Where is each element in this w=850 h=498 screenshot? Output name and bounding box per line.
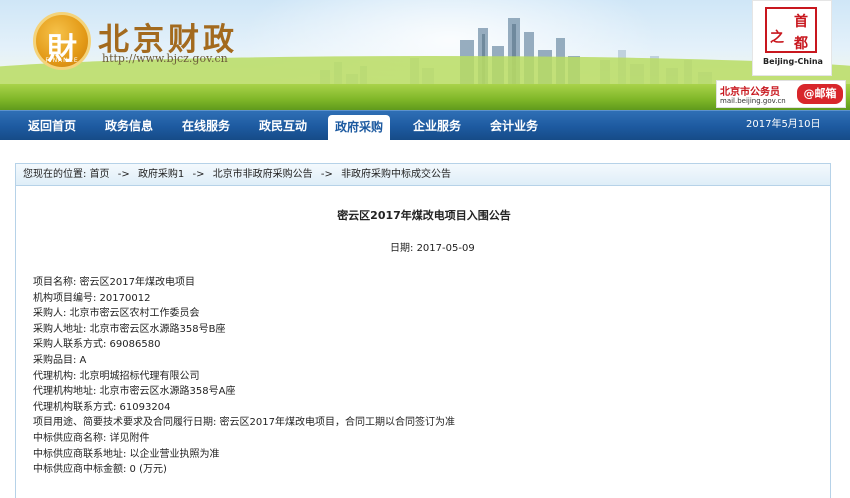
notice-body: 项目名称: 密云区2017年煤改电项目 机构项目编号: 20170012 采购人…	[33, 275, 823, 478]
civil-servant-mail-link[interactable]: 北京市公务员 mail.beijing.gov.cn @邮箱	[716, 80, 846, 108]
seal-char: 之	[770, 30, 784, 46]
breadcrumb-link-award-notices[interactable]: 非政府采购中标成交公告	[341, 169, 451, 180]
notice-date-label: 日期:	[390, 243, 414, 254]
nav-item-interaction[interactable]: 政民互动	[257, 111, 309, 141]
notice-title: 密云区2017年煤改电项目入围公告	[337, 209, 511, 222]
nav-item-gov-info[interactable]: 政务信息	[103, 111, 155, 141]
notice-line-agency-contact: 代理机构联系方式: 61093204	[33, 401, 171, 413]
breadcrumb-link-non-gov-notices[interactable]: 北京市非政府采购公告	[213, 169, 313, 180]
nav-item-accounting[interactable]: 会计业务	[488, 111, 540, 141]
nav-item-home[interactable]: 返回首页	[26, 111, 78, 141]
nav-item-online-service[interactable]: 在线服务	[180, 111, 232, 141]
seal-char: 都	[794, 36, 808, 52]
nav-date: 2017年5月10日	[746, 119, 821, 130]
notice-date-value: 2017-05-09	[416, 243, 475, 254]
main-nav: 返回首页 政务信息 在线服务 政民互动 政府采购 企业服务 会计业务 2017年…	[0, 110, 850, 141]
finance-logo-emblem[interactable]: 財 FINANCE	[33, 12, 91, 70]
notice-date: 日期: 2017-05-09	[390, 239, 475, 254]
seal-char: 首	[794, 14, 808, 30]
notice-content: 密云区2017年煤改电项目入围公告 日期: 2017-05-09 项目名称: 密…	[15, 186, 831, 498]
breadcrumb-separator: ->	[192, 169, 205, 180]
notice-line-agency: 代理机构: 北京明城招标代理有限公司	[33, 370, 200, 382]
breadcrumb: 您现在的位置: 首页 -> 政府采购1 -> 北京市非政府采购公告 -> 非政府…	[15, 163, 831, 186]
nav-item-enterprise[interactable]: 企业服务	[411, 111, 463, 141]
site-url: http://www.bjcz.gov.cn	[102, 52, 228, 65]
notice-line-award-amount: 中标供应商中标金额: 0 (万元)	[33, 464, 167, 476]
breadcrumb-link-procurement[interactable]: 政府采购1	[138, 169, 184, 180]
nav-item-procurement[interactable]: 政府采购	[328, 115, 390, 141]
notice-line-supplier-name: 中标供应商名称: 详见附件	[33, 432, 150, 444]
notice-line-purchaser: 采购人: 北京市密云区农村工作委员会	[33, 308, 200, 320]
breadcrumb-separator: ->	[117, 169, 130, 180]
breadcrumb-link-home[interactable]: 首页	[90, 169, 110, 180]
notice-line-agency-address: 代理机构地址: 北京市密云区水源路358号A座	[33, 386, 236, 398]
notice-line-purchaser-address: 采购人地址: 北京市密云区水源路358号B座	[33, 323, 226, 335]
notice-line-project-name: 项目名称: 密云区2017年煤改电项目	[33, 277, 195, 288]
breadcrumb-prefix: 您现在的位置:	[23, 169, 87, 180]
mail-url: mail.beijing.gov.cn	[720, 97, 786, 105]
breadcrumb-separator: ->	[320, 169, 333, 180]
mail-badge: @邮箱	[797, 84, 843, 104]
site-banner: 財 FINANCE 北京财政 http://www.bjcz.gov.cn 之 …	[0, 0, 850, 110]
notice-line-supplier-address: 中标供应商联系地址: 以企业营业执照为准	[33, 448, 220, 460]
notice-line-project-number: 机构项目编号: 20170012	[33, 292, 151, 304]
mail-title: 北京市公务员	[720, 87, 780, 98]
notice-line-purpose: 项目用途、简要技术要求及合同履行日期: 密云区2017年煤改电项目，合同工期以合…	[33, 417, 455, 429]
emblem-ring-text: FINANCE	[45, 57, 79, 64]
notice-line-purchaser-contact: 采购人联系方式: 69086580	[33, 339, 161, 351]
capital-caption: Beijing-China	[763, 57, 823, 66]
notice-line-category: 采购品目: A	[33, 354, 87, 366]
capital-window-link[interactable]: 之 首 窗 都 Beijing-China	[752, 0, 832, 76]
capital-seal-icon: 之 首 窗 都	[765, 7, 817, 53]
